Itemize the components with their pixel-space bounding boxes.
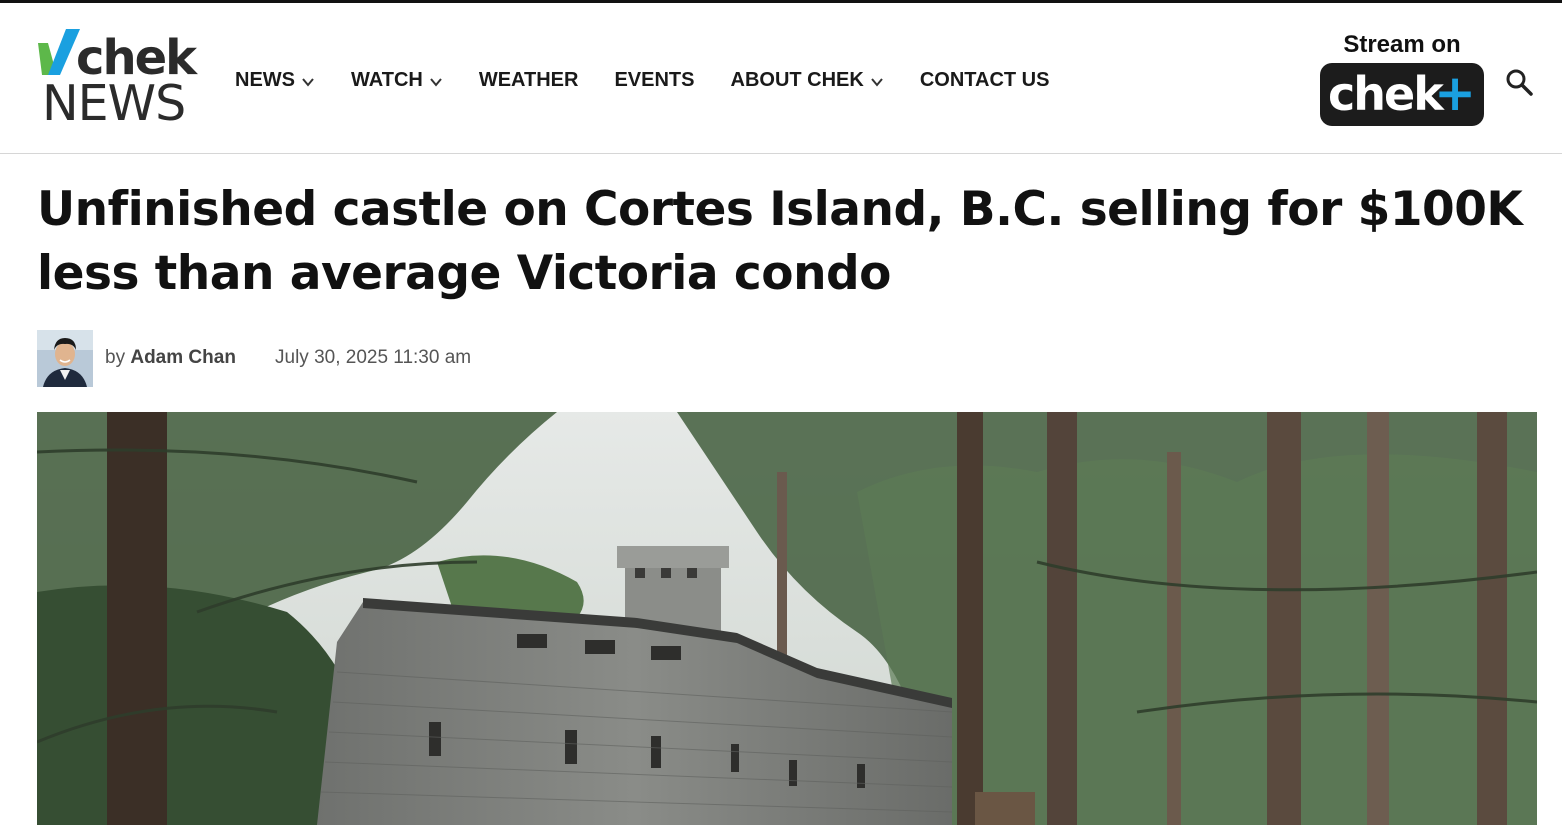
- nav-item-events[interactable]: EVENTS: [614, 69, 694, 92]
- author-avatar[interactable]: [37, 330, 93, 387]
- nav-item-label: EVENTS: [614, 68, 695, 91]
- logo-word-news: NEWS: [42, 75, 186, 132]
- site-header: chek NEWS NEWS WATCH WEATHER EVENTS ABOU…: [0, 3, 1562, 154]
- byline-text: by Adam Chan: [105, 347, 236, 369]
- nav-item-weather[interactable]: WEATHER: [479, 69, 579, 92]
- article-headline: Unfinished castle on Cortes Island, B.C.…: [37, 182, 1523, 301]
- chek-news-logo[interactable]: chek NEWS: [36, 25, 206, 135]
- nav-item-label: NEWS: [235, 68, 295, 91]
- author-photo: [37, 330, 93, 387]
- hero-image[interactable]: [37, 412, 1537, 825]
- author-name-link[interactable]: Adam Chan: [130, 347, 236, 368]
- nav-item-label: WEATHER: [478, 68, 579, 91]
- stream-on-chek-plus-link[interactable]: Stream on chek +: [1318, 30, 1486, 130]
- publish-date: July 30, 2025 11:30 am: [275, 347, 472, 368]
- nav-item-watch[interactable]: WATCH: [351, 69, 443, 92]
- byline: by Adam Chan July 30, 2025 11:30 am: [37, 330, 737, 387]
- nav-item-contact-us[interactable]: CONTACT US: [920, 69, 1050, 92]
- chevron-down-icon: [430, 78, 442, 87]
- main-nav: NEWS WATCH WEATHER EVENTS ABOUT CHEK CON…: [235, 65, 1085, 95]
- chek-plus-badge: chek +: [1320, 63, 1484, 126]
- nav-item-label: ABOUT CHEK: [730, 68, 864, 91]
- chevron-down-icon: [302, 78, 314, 87]
- castle-forest-photo: [37, 412, 1537, 825]
- nav-item-label: WATCH: [351, 68, 423, 91]
- byline-prefix: by: [105, 347, 126, 368]
- search-icon[interactable]: [1504, 67, 1534, 97]
- nav-item-news[interactable]: NEWS: [235, 69, 315, 92]
- chek-plus-badge-text: chek: [1328, 67, 1444, 121]
- nav-item-label: CONTACT US: [919, 68, 1050, 91]
- nav-item-about-chek[interactable]: ABOUT CHEK: [731, 69, 884, 92]
- chevron-down-icon: [871, 78, 883, 87]
- chek-plus-badge-plus: +: [1434, 64, 1476, 122]
- stream-label: Stream on: [1343, 31, 1461, 58]
